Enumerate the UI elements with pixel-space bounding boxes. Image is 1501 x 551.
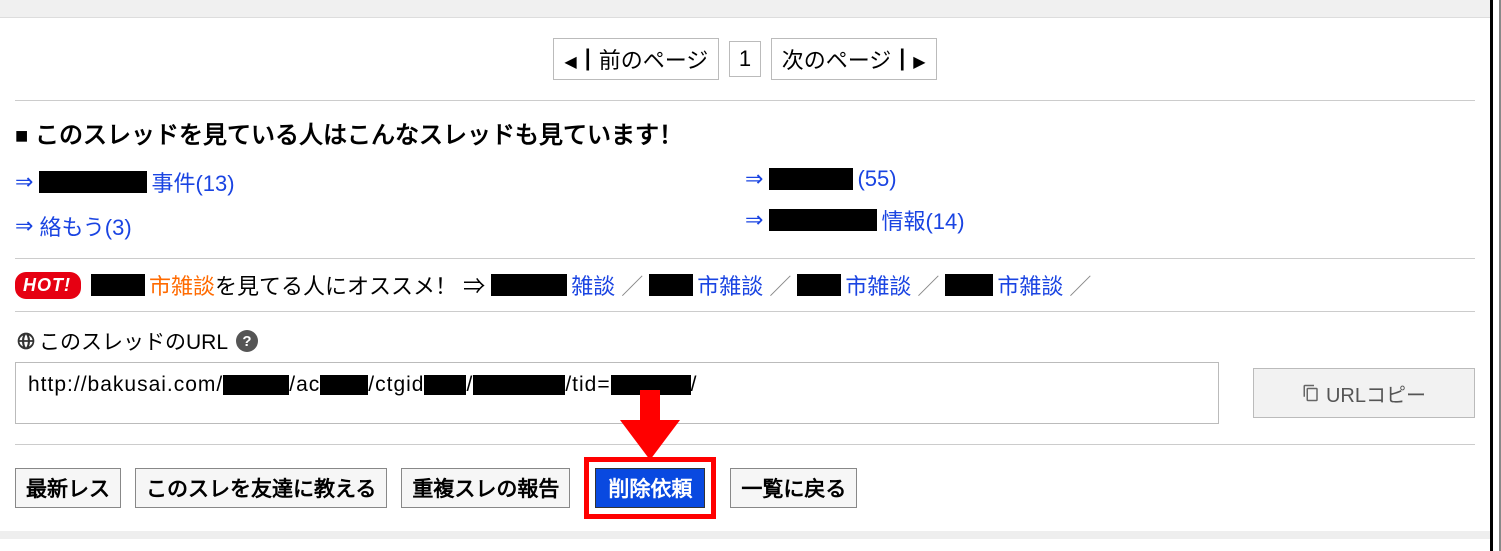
recommend-link[interactable]: 市雑談 xyxy=(697,269,763,301)
redacted-block xyxy=(769,168,853,190)
page-number[interactable]: 1 xyxy=(729,41,761,77)
redacted-block xyxy=(769,209,877,231)
prev-page-button[interactable]: ◀┃前のページ xyxy=(553,38,719,80)
help-icon[interactable]: ? xyxy=(236,330,258,352)
recommend-link[interactable]: 市雑談 xyxy=(997,269,1063,301)
hot-badge: HOT! xyxy=(15,272,81,299)
redacted-block xyxy=(39,171,147,193)
delete-request-button[interactable]: 削除依頼 xyxy=(595,468,705,508)
back-to-list-button[interactable]: 一覧に戻る xyxy=(730,468,857,508)
redacted-block xyxy=(649,274,693,296)
recommend-row: HOT! 市雑談 を見てる人にオススメ！ ⇒ 雑談 ／ 市雑談 ／ 市雑談 ／ … xyxy=(15,258,1475,312)
related-link[interactable]: ⇒ 情報(14) xyxy=(745,198,1475,242)
globe-icon xyxy=(15,330,37,352)
share-thread-button[interactable]: このスレを友達に教える xyxy=(135,468,387,508)
redacted-block xyxy=(91,274,145,296)
arrow-icon: ⇒ xyxy=(745,166,763,192)
recommend-link[interactable]: 市雑談 xyxy=(845,269,911,301)
redacted-block xyxy=(491,274,567,296)
triangle-right-icon: ▶ xyxy=(913,54,925,71)
related-link[interactable]: ⇒ 事件(13) xyxy=(15,160,745,204)
next-page-button[interactable]: 次のページ┃▶ xyxy=(771,38,937,80)
redacted-block xyxy=(797,274,841,296)
url-field[interactable]: http://bakusai.com/ /ac /ctgid / /tid= / xyxy=(15,362,1219,424)
arrow-icon: ⇒ xyxy=(745,207,763,233)
related-link[interactable]: ⇒ (55) xyxy=(745,160,1475,198)
redacted-block xyxy=(945,274,993,296)
recommend-text: を見てる人にオススメ！ ⇒ xyxy=(215,269,485,301)
url-copy-button[interactable]: URLコピー xyxy=(1253,368,1475,418)
recommend-link[interactable]: 雑談 xyxy=(571,269,615,301)
copy-icon xyxy=(1302,384,1320,402)
delete-highlight: 削除依頼 xyxy=(584,457,716,519)
related-threads: ⇒ 事件(13) ⇒ 絡もう(3) ⇒ (55) ⇒ 情報(14) xyxy=(15,160,1475,258)
recommend-topic: 市雑談 xyxy=(149,269,215,301)
arrow-icon: ⇒ xyxy=(15,169,33,195)
latest-res-button[interactable]: 最新レス xyxy=(15,468,121,508)
related-title: ■ このスレッドを見ている人はこんなスレッドも見ています！ xyxy=(15,107,1475,160)
related-link[interactable]: ⇒ 絡もう(3) xyxy=(15,204,745,248)
pagination: ◀┃前のページ 1 次のページ┃▶ xyxy=(15,30,1475,94)
arrow-icon: ⇒ xyxy=(15,213,33,239)
bottom-bar: 最新レス このスレを友達に教える 重複スレの報告 削除依頼 一覧に戻る xyxy=(15,444,1475,519)
url-label: このスレッドのURL ? xyxy=(15,326,1475,362)
triangle-left-icon: ◀ xyxy=(564,54,576,71)
report-dup-button[interactable]: 重複スレの報告 xyxy=(401,468,570,508)
